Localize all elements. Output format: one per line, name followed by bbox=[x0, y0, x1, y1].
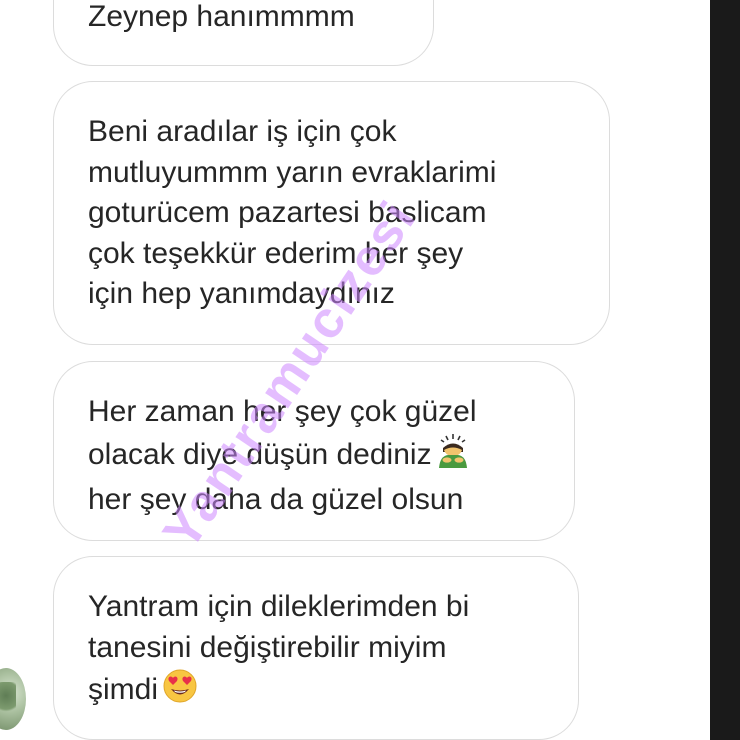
message-bubble[interactable]: Yantram için dileklerimden bi tanesini d… bbox=[53, 556, 579, 740]
message-line: mutluyummm yarın evraklarimi bbox=[88, 155, 497, 189]
message-line: Yantram için dileklerimden bi bbox=[88, 590, 470, 623]
message-line-text: şimdi bbox=[88, 673, 159, 706]
message-line: çok teşekkür ederim her şey bbox=[88, 236, 464, 270]
message-line-text: olacak diye düşün dediniz bbox=[88, 437, 432, 471]
message-line: Her zaman her şey çok güzel bbox=[88, 395, 477, 428]
dm-conversation: Zeynep hanımmmm Beni aradılar iş için ço… bbox=[0, 0, 740, 740]
message-line: Beni aradılar iş için çok bbox=[88, 115, 397, 148]
avatar[interactable] bbox=[0, 668, 26, 730]
avatar-image bbox=[0, 682, 16, 716]
message-line: Zeynep hanımmmm bbox=[88, 0, 355, 33]
message-bubble[interactable]: Zeynep hanımmmm bbox=[53, 0, 434, 66]
message-line: goturücem pazartesi baslicam bbox=[88, 196, 487, 229]
heart-eyes-emoji-icon bbox=[162, 668, 198, 716]
screen-edge-bar bbox=[710, 0, 740, 740]
person-bowing-icon bbox=[436, 433, 470, 481]
message-line: her şey daha da güzel olsun bbox=[88, 483, 464, 516]
message-line-with-emoji: şimdi bbox=[88, 668, 544, 716]
message-line: için hep yanımdaydınız bbox=[88, 277, 395, 310]
message-bubble[interactable]: Beni aradılar iş için çok mutluyummm yar… bbox=[53, 81, 610, 345]
message-line-with-emoji: olacak diye düşün dediniz bbox=[88, 433, 540, 481]
message-bubble[interactable]: Her zaman her şey çok güzel olacak diye … bbox=[53, 361, 575, 541]
message-line: tanesini değiştirebilir miyim bbox=[88, 630, 447, 664]
